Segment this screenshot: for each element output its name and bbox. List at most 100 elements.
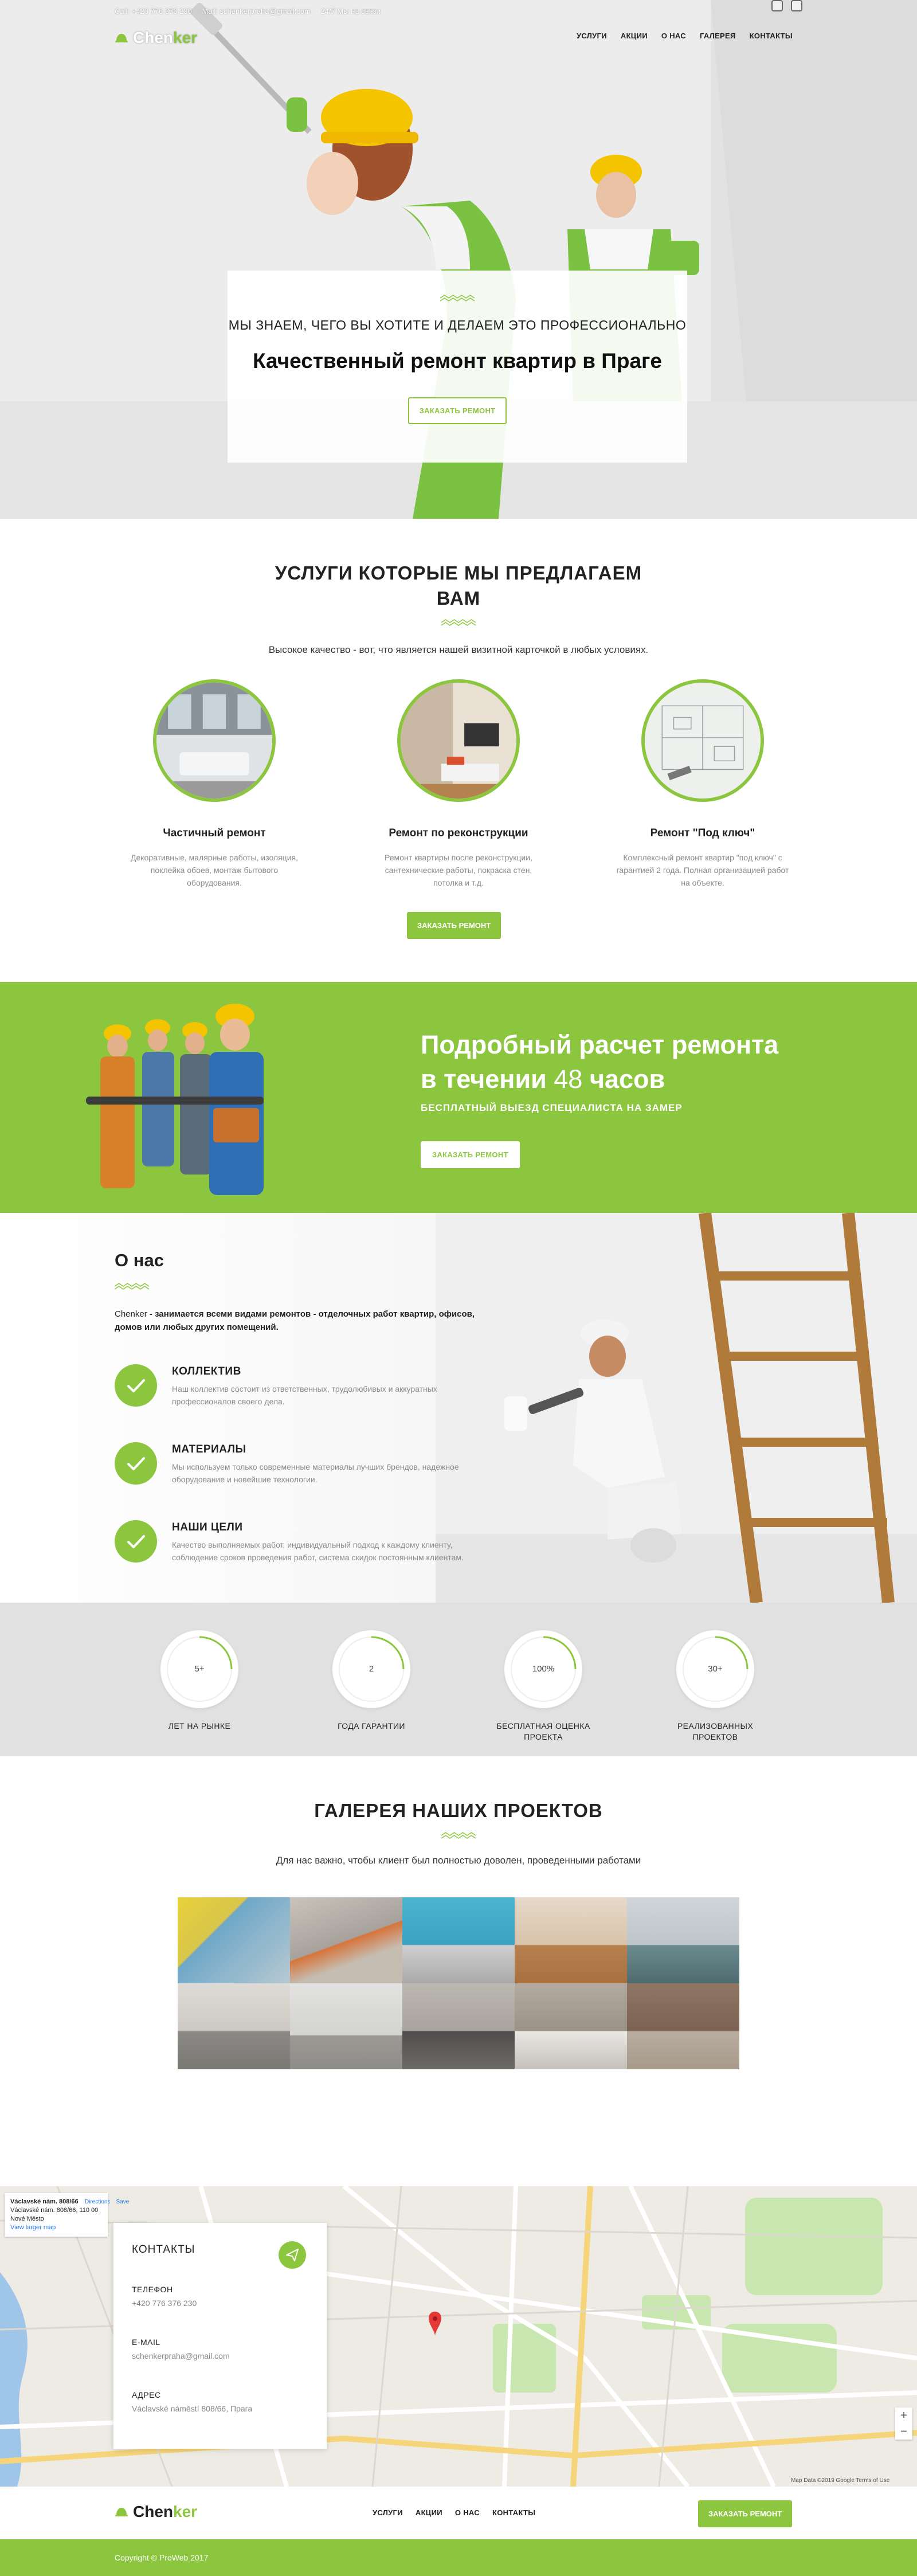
service-name: Ремонт "Под ключ" bbox=[650, 827, 755, 839]
hero-order-button[interactable]: ЗАКАЗАТЬ РЕМОНТ bbox=[407, 397, 507, 424]
logo-text-part2: ker bbox=[173, 29, 198, 46]
service-desc: Ремонт квартиры после реконструкции, сан… bbox=[385, 853, 532, 887]
social-icon-2[interactable] bbox=[791, 0, 802, 11]
service-name: Частичный ремонт bbox=[163, 827, 266, 839]
footer: Chenker УСЛУГИ АКЦИИ О НАС КОНТАКТЫ ЗАКА… bbox=[0, 2487, 917, 2576]
nav-promotions[interactable]: АКЦИИ bbox=[621, 32, 648, 40]
service-image bbox=[397, 679, 520, 802]
stat-years: 5+ ЛЕТ НА РЫНКЕ bbox=[148, 1630, 251, 1732]
social-icon-1[interactable] bbox=[771, 0, 783, 11]
nav-contacts[interactable]: КОНТАКТЫ bbox=[750, 32, 793, 40]
footer-order-button[interactable]: ЗАКАЗАТЬ РЕМОНТ bbox=[698, 2500, 793, 2527]
gallery-photo[interactable] bbox=[515, 1897, 627, 1983]
main-nav: УСЛУГИ АКЦИИ О НАС ГАЛЕРЕЯ КОНТАКТЫ bbox=[577, 32, 793, 40]
service-name: Ремонт по реконструкции bbox=[389, 827, 528, 839]
email-text[interactable]: Mail: schenkerpraha@gmail.com bbox=[202, 7, 311, 15]
phone-label: ТЕЛЕФОН bbox=[132, 2285, 173, 2294]
calc-title-number: 48 bbox=[554, 1064, 583, 1094]
gallery-photo[interactable] bbox=[290, 1983, 402, 2069]
address-label: АДРЕС bbox=[132, 2390, 161, 2399]
feature-desc: Наш коллектив состоит из ответственных, … bbox=[172, 1384, 437, 1406]
about-brand: Chenker bbox=[115, 1309, 147, 1319]
phone-value[interactable]: +420 776 376 230 bbox=[132, 2299, 197, 2308]
zoom-out-button[interactable]: − bbox=[895, 2424, 912, 2440]
map-section: Václavské nám. 808/66 Václavské nám. 808… bbox=[0, 2186, 917, 2487]
gallery-photo[interactable] bbox=[627, 1983, 739, 2069]
services-lead: Высокое качество - вот, что является наш… bbox=[268, 644, 649, 655]
footer-nav: УСЛУГИ АКЦИИ О НАС КОНТАКТЫ bbox=[373, 2508, 535, 2517]
contact-email: E-MAIL schenkerpraha@gmail.com bbox=[132, 2338, 230, 2360]
contact-phone: ТЕЛЕФОН +420 776 376 230 bbox=[132, 2285, 197, 2308]
logo-text-part1: Chen bbox=[133, 29, 173, 46]
email-value[interactable]: schenkerpraha@gmail.com bbox=[132, 2351, 230, 2360]
progress-ring: 2 bbox=[332, 1630, 410, 1708]
stat-value: 30+ bbox=[708, 1664, 723, 1674]
hero-section: Call: +420 776 376 230 Mail: schenkerpra… bbox=[0, 0, 917, 519]
service-image bbox=[641, 679, 764, 802]
calculation-banner: Подробный расчет ремонта в течении 48 ча… bbox=[0, 982, 917, 1213]
phone-text[interactable]: Call: +420 776 376 230 bbox=[115, 7, 192, 15]
hours-text: 24/7 Мы на связи bbox=[320, 7, 381, 15]
nav-services[interactable]: УСЛУГИ bbox=[577, 32, 607, 40]
directions-link[interactable]: Directions bbox=[85, 2198, 110, 2206]
about-intro-text: - занимается всеми видами ремонтов - отд… bbox=[115, 1309, 475, 1332]
feature-materials: МАТЕРИАЛЫ Мы используем только современн… bbox=[115, 1442, 470, 1500]
send-icon[interactable] bbox=[279, 2241, 306, 2269]
progress-ring: 100% bbox=[504, 1630, 582, 1708]
footer-nav-services[interactable]: УСЛУГИ bbox=[373, 2508, 403, 2517]
gallery-section: ГАЛЕРЕЯ НАШИХ ПРОЕКТОВ Для нас важно, чт… bbox=[0, 1756, 917, 2186]
services-heading: УСЛУГИ КОТОРЫЕ МЫ ПРЕДЛАГАЕМ ВАМ bbox=[0, 561, 917, 611]
service-image bbox=[153, 679, 276, 802]
helmet-icon bbox=[115, 2508, 128, 2516]
about-image bbox=[436, 1213, 917, 1603]
services-section: УСЛУГИ КОТОРЫЕ МЫ ПРЕДЛАГАЕМ ВАМ Высокое… bbox=[0, 519, 917, 982]
gallery-heading: ГАЛЕРЕЯ НАШИХ ПРОЕКТОВ bbox=[314, 1800, 603, 1821]
gallery-photo[interactable] bbox=[290, 1897, 402, 1983]
feature-desc: Качество выполняемых работ, индивидуальн… bbox=[172, 1540, 464, 1562]
nav-about[interactable]: О НАС bbox=[661, 32, 686, 40]
stat-value: 2 bbox=[369, 1664, 374, 1674]
contact-card: КОНТАКТЫ ТЕЛЕФОН +420 776 376 230 E-MAIL… bbox=[113, 2223, 327, 2449]
hero-title: Качественный ремонт квартир в Праге bbox=[252, 349, 663, 373]
stat-value: 100% bbox=[532, 1664, 555, 1674]
gallery-photo[interactable] bbox=[178, 1983, 290, 2069]
wave-divider bbox=[441, 1832, 476, 1839]
gallery-photo[interactable] bbox=[178, 1897, 290, 1983]
stat-label: ГОДА ГАРАНТИИ bbox=[338, 1721, 405, 1731]
services-order-button[interactable]: ЗАКАЗАТЬ РЕМОНТ bbox=[407, 912, 501, 939]
calc-title-post: часов bbox=[589, 1064, 665, 1094]
gallery-photo[interactable] bbox=[515, 1983, 627, 2069]
stat-free-estimate: 100% БЕСПЛАТНАЯ ОЦЕНКА ПРОЕКТА bbox=[492, 1630, 595, 1743]
about-heading: О нас bbox=[115, 1250, 164, 1270]
calc-title-line1: Подробный расчет ремонта bbox=[421, 1030, 779, 1059]
stat-label: ЛЕТ НА РЫНКЕ bbox=[168, 1721, 231, 1731]
view-larger-map-link[interactable]: View larger map bbox=[10, 2223, 102, 2232]
logo[interactable]: Chenker bbox=[115, 29, 197, 47]
gallery-grid bbox=[178, 1897, 739, 2069]
about-intro: Chenker - занимается всеми видами ремонт… bbox=[115, 1307, 481, 1334]
stat-warranty: 2 ГОДА ГАРАНТИИ bbox=[320, 1630, 423, 1732]
email-label: E-MAIL bbox=[132, 2338, 160, 2347]
copyright-text: Copyright © ProWeb 2017 bbox=[115, 2553, 209, 2562]
gallery-photo[interactable] bbox=[627, 1897, 739, 1983]
calc-title: Подробный расчет ремонта в течении 48 ча… bbox=[421, 1028, 778, 1097]
service-desc: Декоративные, малярные работы, изоляция,… bbox=[131, 853, 298, 887]
calc-title-pre: в течении bbox=[421, 1064, 547, 1094]
gallery-photo[interactable] bbox=[402, 1983, 515, 2069]
save-link[interactable]: Save bbox=[116, 2198, 129, 2206]
gallery-photo[interactable] bbox=[402, 1897, 515, 1983]
footer-logo[interactable]: Chenker bbox=[115, 2503, 197, 2521]
nav-gallery[interactable]: ГАЛЕРЕЯ bbox=[700, 32, 736, 40]
footer-nav-about[interactable]: О НАС bbox=[455, 2508, 480, 2517]
calc-order-button[interactable]: ЗАКАЗАТЬ РЕМОНТ bbox=[421, 1141, 520, 1168]
footer-nav-promotions[interactable]: АКЦИИ bbox=[416, 2508, 442, 2517]
wave-divider bbox=[115, 1283, 149, 1290]
feature-goals: НАШИ ЦЕЛИ Качество выполняемых работ, ин… bbox=[115, 1520, 470, 1577]
hero-subtitle: МЫ ЗНАЕМ, ЧЕГО ВЫ ХОТИТЕ И ДЕЛАЕМ ЭТО ПР… bbox=[228, 318, 687, 332]
logo-text-part2: ker bbox=[173, 2503, 198, 2520]
feature-title: МАТЕРИАЛЫ bbox=[172, 1443, 246, 1455]
stat-label: БЕСПЛАТНАЯ ОЦЕНКА ПРОЕКТА bbox=[496, 1721, 590, 1741]
zoom-in-button[interactable]: + bbox=[895, 2407, 912, 2424]
feature-title: КОЛЛЕКТИВ bbox=[172, 1365, 241, 1377]
footer-nav-contacts[interactable]: КОНТАКТЫ bbox=[492, 2508, 535, 2517]
